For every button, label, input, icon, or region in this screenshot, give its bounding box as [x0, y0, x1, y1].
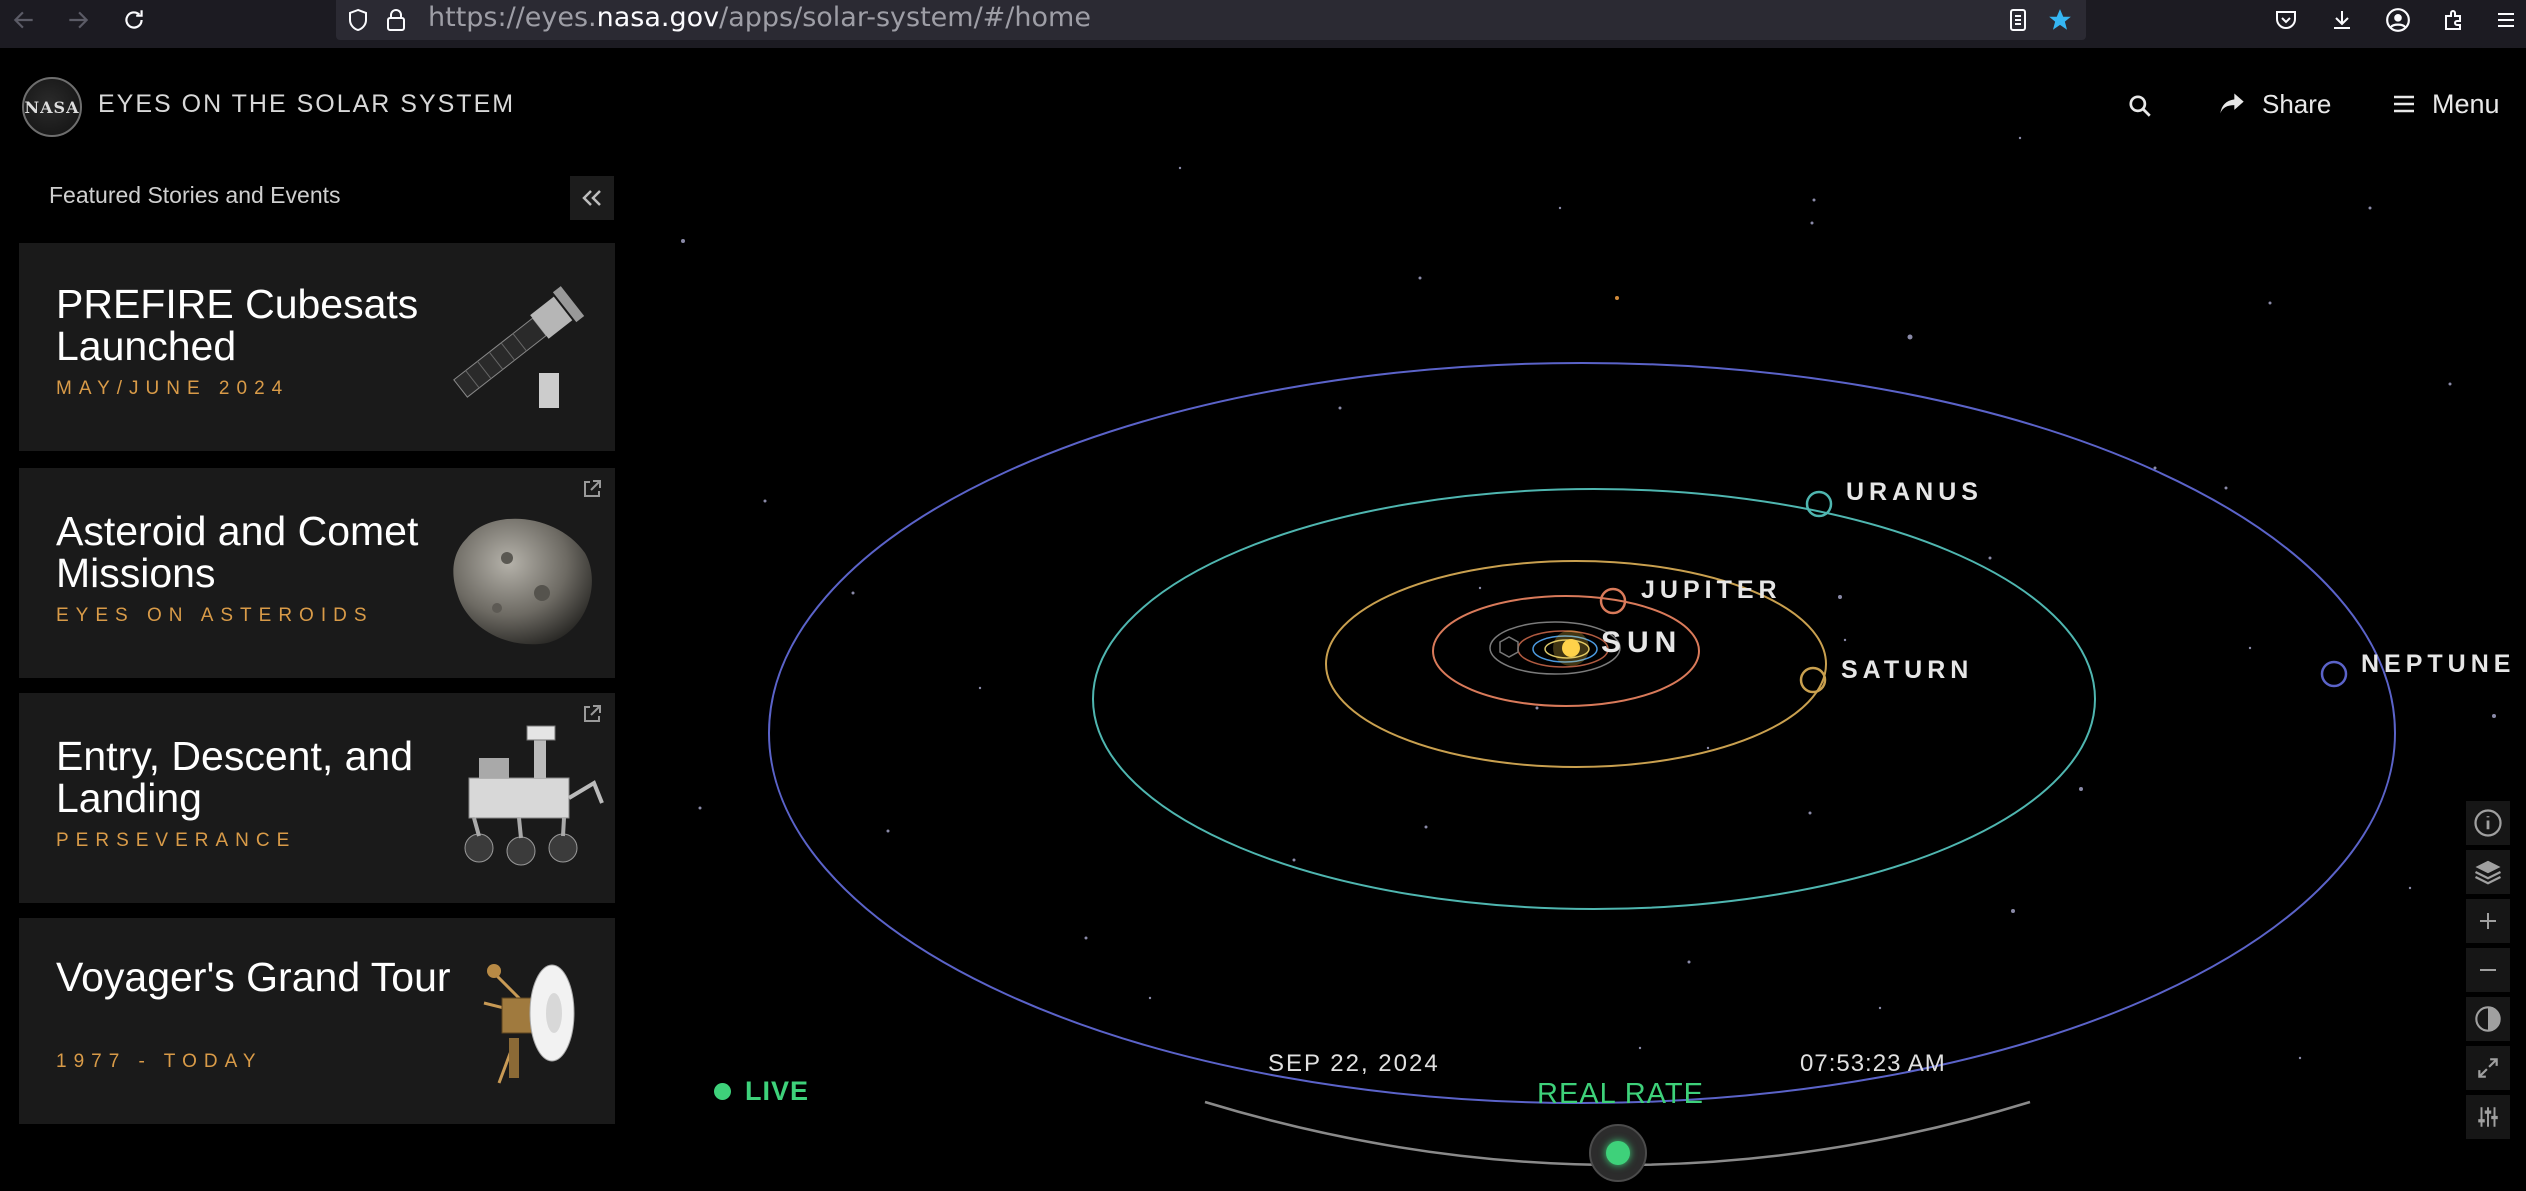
live-dot-icon — [714, 1083, 731, 1100]
browser-toolbar: https://eyes.nasa.gov/apps/solar-system/… — [0, 0, 2526, 48]
rate-knob-indicator — [1606, 1141, 1630, 1165]
uranus-label[interactable]: URANUS — [1846, 478, 1983, 507]
lock-icon[interactable] — [382, 6, 410, 34]
extensions-icon[interactable] — [2438, 4, 2470, 36]
forward-arrow-icon[interactable] — [58, 0, 98, 40]
settings-button[interactable] — [2466, 1095, 2510, 1139]
rate-label: REAL RATE — [1537, 1078, 1704, 1110]
jupiter-label[interactable]: JUPITER — [1641, 576, 1782, 605]
pocket-icon[interactable] — [2270, 4, 2302, 36]
spacecraft-marker-icon[interactable] — [1499, 636, 1519, 658]
sun-label[interactable]: SUN — [1601, 626, 1682, 660]
live-label: LIVE — [745, 1076, 810, 1106]
uranus-marker[interactable] — [1805, 490, 1833, 518]
url-bar[interactable]: https://eyes.nasa.gov/apps/solar-system/… — [336, 0, 2086, 40]
lighting-button[interactable] — [2466, 997, 2510, 1041]
live-button[interactable]: LIVE — [714, 1076, 809, 1107]
layers-icon — [2474, 860, 2502, 885]
zoom-in-icon — [2480, 913, 2496, 929]
download-icon[interactable] — [2326, 4, 2358, 36]
time-display[interactable]: 07:53:23 AM — [1800, 1050, 1946, 1078]
saturn-marker[interactable] — [1799, 666, 1827, 694]
uranus-orbit — [1092, 488, 2096, 910]
neptune-label[interactable]: NEPTUNE — [2361, 650, 2515, 679]
orbit-view[interactable] — [0, 48, 2526, 1191]
saturn-label[interactable]: SATURN — [1841, 656, 1973, 685]
solar-system-viewport[interactable]: NASA EYES ON THE SOLAR SYSTEM Share Menu… — [0, 48, 2526, 1191]
shield-icon[interactable] — [344, 6, 372, 34]
date-display[interactable]: SEP 22, 2024 — [1268, 1050, 1440, 1078]
neptune-orbit — [768, 362, 2396, 1104]
fullscreen-icon — [2478, 1058, 2498, 1078]
lighting-icon — [2475, 1006, 2501, 1032]
bookmark-star-icon[interactable] — [2046, 6, 2074, 34]
info-button[interactable] — [2466, 801, 2510, 845]
settings-sliders-icon — [2478, 1107, 2498, 1127]
reader-view-icon[interactable] — [2004, 6, 2032, 34]
url-text[interactable]: https://eyes.nasa.gov/apps/solar-system/… — [428, 2, 1091, 33]
hamburger-menu-icon[interactable] — [2490, 4, 2522, 36]
zoom-out-button[interactable] — [2466, 948, 2510, 992]
account-icon[interactable] — [2382, 4, 2414, 36]
neptune-marker[interactable] — [2320, 660, 2348, 688]
zoom-in-button[interactable] — [2466, 899, 2510, 943]
back-arrow-icon[interactable] — [4, 0, 44, 40]
reload-icon[interactable] — [114, 0, 154, 40]
zoom-out-icon — [2480, 969, 2496, 971]
fullscreen-button[interactable] — [2466, 1046, 2510, 1090]
info-icon — [2474, 809, 2502, 837]
time-rate-slider-knob[interactable] — [1589, 1124, 1647, 1182]
layers-button[interactable] — [2466, 850, 2510, 894]
